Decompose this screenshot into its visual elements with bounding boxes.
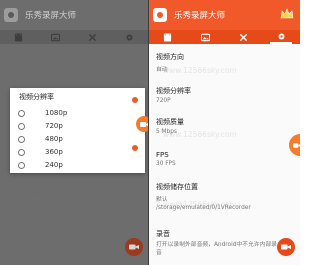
- tab-settings[interactable]: [270, 30, 293, 44]
- tab-images[interactable]: [45, 30, 67, 44]
- tab-images[interactable]: [195, 30, 217, 44]
- option-1080p[interactable]: 1080p: [18, 107, 67, 119]
- tab-bar: [149, 30, 300, 44]
- app-bar: 乐秀录屏大师: [149, 0, 300, 30]
- tab-bar: [0, 30, 148, 44]
- option-label: 240p: [45, 161, 63, 169]
- resolution-dialog: 视频分辨率 1080p 720p 480p 360p 240p: [10, 88, 145, 173]
- tab-tools[interactable]: [82, 30, 104, 44]
- record-fab[interactable]: [125, 238, 143, 256]
- option-480p[interactable]: 480p: [18, 133, 63, 145]
- watermark: www.12566sky.com: [30, 195, 104, 204]
- app-logo-icon: [153, 8, 167, 22]
- setting-resolution[interactable]: 视频分辨率 720P: [156, 86, 191, 104]
- film-icon: [164, 32, 172, 42]
- camera-icon: [281, 244, 291, 250]
- brush-icon[interactable]: [129, 142, 141, 154]
- radio-button[interactable]: [18, 109, 25, 117]
- setting-title: 视频储存位置: [156, 183, 198, 191]
- option-label: 1080p: [45, 109, 68, 117]
- setting-value: 30 FPS: [156, 161, 176, 167]
- tab-videos[interactable]: [8, 30, 30, 44]
- setting-title: FPS: [156, 151, 169, 159]
- watermark: www.12566sky.com: [30, 62, 104, 71]
- app-logo-icon: [4, 8, 18, 22]
- radio-button[interactable]: [18, 161, 25, 169]
- setting-fps[interactable]: FPS 30 FPS: [156, 151, 176, 167]
- setting-path: /storage/emulated/0/1VRecorder: [156, 205, 251, 211]
- setting-title: 录音: [156, 230, 170, 238]
- radio-button[interactable]: [18, 148, 25, 156]
- tab-settings[interactable]: [119, 30, 141, 44]
- setting-quality[interactable]: 视频质量 5 Mbps: [156, 117, 184, 135]
- crown-icon[interactable]: [280, 8, 294, 20]
- right-screen: 乐秀录屏大师 www.12566sky.com www.12566sky.com…: [148, 0, 300, 265]
- camera-icon: [129, 244, 139, 250]
- floating-record-handle[interactable]: [289, 134, 300, 156]
- setting-title: 视频质量: [156, 118, 184, 126]
- dialog-title: 视频分辨率: [19, 93, 54, 101]
- film-icon: [14, 32, 23, 42]
- radio-button[interactable]: [18, 135, 25, 143]
- image-icon: [201, 33, 211, 41]
- record-dot-icon[interactable]: [129, 94, 141, 106]
- tab-tools[interactable]: [232, 30, 254, 44]
- setting-orientation[interactable]: 视频方向 自动: [156, 52, 184, 73]
- option-240p[interactable]: 240p: [18, 159, 63, 171]
- setting-audio[interactable]: 录音 打开以录制外部音频，Android中不允许内部录音: [156, 229, 277, 257]
- setting-title: 视频分辨率: [156, 87, 191, 95]
- option-label: 720p: [45, 122, 63, 130]
- app-bar: 乐秀录屏大师: [0, 0, 148, 30]
- radio-button[interactable]: [18, 122, 25, 130]
- setting-value: 自动: [156, 67, 168, 73]
- option-label: 360p: [45, 148, 63, 156]
- gear-icon: [126, 34, 133, 40]
- app-title: 乐秀录屏大师: [174, 11, 226, 21]
- setting-title: 视频方向: [156, 53, 184, 61]
- image-icon: [51, 33, 60, 41]
- tab-videos[interactable]: [157, 30, 179, 44]
- tools-icon: [239, 33, 248, 41]
- left-screen: 乐秀录屏大师 www.12566sky.com www.12566sky.com…: [0, 0, 148, 265]
- camera-icon: [293, 142, 300, 148]
- record-fab[interactable]: [277, 238, 295, 256]
- setting-value: 5 Mbps: [156, 129, 177, 135]
- setting-storage[interactable]: 视频储存位置 默认 /storage/emulated/0/1VRecorder: [156, 182, 251, 211]
- option-360p[interactable]: 360p: [18, 146, 63, 158]
- tools-icon: [88, 33, 97, 41]
- setting-value: 720P: [156, 98, 171, 104]
- floating-camera-icon[interactable]: [136, 116, 148, 132]
- app-title: 乐秀录屏大师: [25, 11, 77, 21]
- option-label: 480p: [45, 135, 63, 143]
- setting-value: 打开以录制外部音频，Android中不允许内部录音: [156, 242, 277, 256]
- setting-value: 默认: [156, 197, 168, 203]
- gear-icon: [278, 33, 285, 39]
- option-720p[interactable]: 720p: [18, 120, 63, 132]
